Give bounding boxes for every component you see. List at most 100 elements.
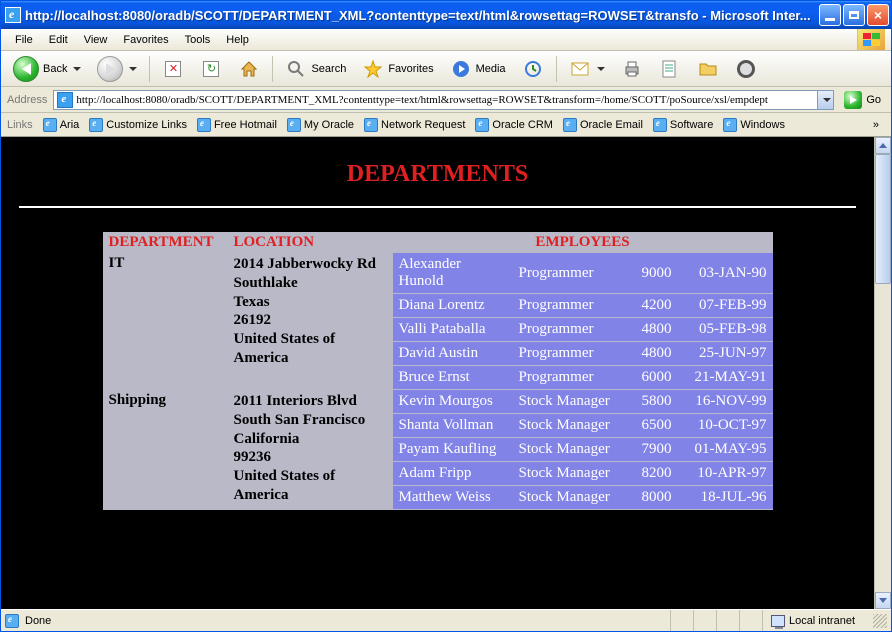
link-oracle-email[interactable]: Oracle Email bbox=[559, 116, 647, 134]
employee-name: Payam Kaufling bbox=[393, 438, 513, 462]
media-button[interactable]: Media bbox=[444, 54, 512, 84]
chevron-down-icon bbox=[129, 67, 137, 71]
scroll-track[interactable] bbox=[875, 154, 891, 592]
menu-edit[interactable]: Edit bbox=[41, 32, 76, 48]
employee-name: Bruce Ernst bbox=[393, 366, 513, 390]
address-dropdown-button[interactable] bbox=[817, 91, 833, 109]
department-name: IT bbox=[103, 253, 228, 390]
link-label: Windows bbox=[740, 119, 785, 131]
link-icon bbox=[653, 118, 667, 132]
star-icon bbox=[362, 58, 384, 80]
link-label: Aria bbox=[60, 119, 80, 131]
department-location: 2011 Interiors BlvdSouth San FranciscoCa… bbox=[228, 390, 393, 510]
maximize-button[interactable] bbox=[843, 4, 865, 26]
link-free-hotmail[interactable]: Free Hotmail bbox=[193, 116, 281, 134]
separator bbox=[272, 56, 273, 82]
chevron-down-icon bbox=[597, 67, 605, 71]
link-oracle-crm[interactable]: Oracle CRM bbox=[471, 116, 557, 134]
forward-button[interactable] bbox=[91, 52, 143, 86]
search-button[interactable]: Search bbox=[279, 54, 352, 84]
link-icon bbox=[287, 118, 301, 132]
link-label: Oracle Email bbox=[580, 119, 643, 131]
employee-date: 21-MAY-91 bbox=[678, 366, 773, 390]
menu-view[interactable]: View bbox=[76, 32, 116, 48]
chevron-down-icon bbox=[879, 598, 887, 603]
employee-date: 07-FEB-99 bbox=[678, 294, 773, 318]
scroll-down-button[interactable] bbox=[875, 592, 891, 609]
stop-button[interactable]: ✕ bbox=[156, 54, 190, 84]
favorites-button[interactable]: Favorites bbox=[356, 54, 439, 84]
link-icon bbox=[89, 118, 103, 132]
employee-name: Matthew Weiss bbox=[393, 486, 513, 510]
edit-icon bbox=[659, 58, 681, 80]
employee-row: Valli PataballaProgrammer480005-FEB-98 bbox=[393, 318, 773, 342]
page-title: DEPARTMENTS bbox=[19, 161, 856, 188]
close-button[interactable]: × bbox=[867, 4, 889, 26]
links-overflow-button[interactable]: » bbox=[867, 119, 885, 131]
go-arrow-icon bbox=[844, 91, 862, 109]
status-panel bbox=[693, 610, 710, 631]
stop-icon: ✕ bbox=[162, 58, 184, 80]
link-my-oracle[interactable]: My Oracle bbox=[283, 116, 358, 134]
link-icon bbox=[364, 118, 378, 132]
status-panel bbox=[716, 610, 733, 631]
back-button[interactable]: Back bbox=[7, 52, 87, 86]
menu-file[interactable]: File bbox=[7, 32, 41, 48]
link-software[interactable]: Software bbox=[649, 116, 717, 134]
refresh-button[interactable]: ↻ bbox=[194, 54, 228, 84]
header-department: DEPARTMENT bbox=[103, 232, 228, 253]
minimize-button[interactable] bbox=[819, 4, 841, 26]
scroll-thumb[interactable] bbox=[875, 154, 891, 284]
go-button[interactable]: Go bbox=[840, 89, 885, 111]
employee-salary: 8200 bbox=[623, 462, 678, 486]
employees-cell: Kevin MourgosStock Manager580016-NOV-99S… bbox=[393, 390, 773, 510]
employee-title: Stock Manager bbox=[513, 438, 623, 462]
chevron-down-icon bbox=[73, 67, 81, 71]
discuss-button[interactable] bbox=[691, 54, 725, 84]
link-label: Customize Links bbox=[106, 119, 187, 131]
link-label: Software bbox=[670, 119, 713, 131]
link-aria[interactable]: Aria bbox=[39, 116, 84, 134]
realplayer-button[interactable] bbox=[729, 54, 763, 84]
employee-salary: 7900 bbox=[623, 438, 678, 462]
employee-salary: 4200 bbox=[623, 294, 678, 318]
mail-button[interactable] bbox=[563, 54, 611, 84]
employee-title: Stock Manager bbox=[513, 414, 623, 438]
chevron-down-icon bbox=[823, 98, 831, 102]
resize-grip[interactable] bbox=[873, 614, 887, 628]
employee-title: Programmer bbox=[513, 342, 623, 366]
employees-table: Alexander HunoldProgrammer900003-JAN-90D… bbox=[393, 253, 773, 390]
link-label: Network Request bbox=[381, 119, 465, 131]
page-viewport: DEPARTMENTS DEPARTMENT LOCATION EMPLOYEE… bbox=[1, 137, 874, 609]
employee-title: Stock Manager bbox=[513, 390, 623, 414]
employee-salary: 5800 bbox=[623, 390, 678, 414]
status-bar: Done Local intranet bbox=[1, 609, 891, 631]
window-title: http://localhost:8080/oradb/SCOTT/DEPART… bbox=[25, 8, 819, 23]
link-windows[interactable]: Windows bbox=[719, 116, 789, 134]
history-button[interactable] bbox=[516, 54, 550, 84]
employee-title: Programmer bbox=[513, 318, 623, 342]
employee-date: 01-MAY-95 bbox=[678, 438, 773, 462]
favorites-label: Favorites bbox=[388, 63, 433, 75]
links-label: Links bbox=[7, 119, 33, 131]
menu-help[interactable]: Help bbox=[218, 32, 257, 48]
link-customize-links[interactable]: Customize Links bbox=[85, 116, 191, 134]
menu-tools[interactable]: Tools bbox=[177, 32, 219, 48]
employee-title: Programmer bbox=[513, 294, 623, 318]
address-input[interactable] bbox=[76, 94, 817, 106]
print-icon bbox=[621, 58, 643, 80]
address-combo[interactable] bbox=[53, 90, 834, 110]
link-label: My Oracle bbox=[304, 119, 354, 131]
address-bar: Address Go bbox=[1, 87, 891, 113]
print-button[interactable] bbox=[615, 54, 649, 84]
vertical-scrollbar[interactable] bbox=[874, 137, 891, 609]
scroll-up-button[interactable] bbox=[875, 137, 891, 154]
menu-favorites[interactable]: Favorites bbox=[115, 32, 176, 48]
edit-button[interactable] bbox=[653, 54, 687, 84]
departments-table: DEPARTMENT LOCATION EMPLOYEES IT2014 Jab… bbox=[103, 232, 773, 510]
employee-salary: 9000 bbox=[623, 253, 678, 294]
link-network-request[interactable]: Network Request bbox=[360, 116, 469, 134]
status-text: Done bbox=[25, 615, 51, 627]
home-button[interactable] bbox=[232, 54, 266, 84]
employee-date: 10-APR-97 bbox=[678, 462, 773, 486]
